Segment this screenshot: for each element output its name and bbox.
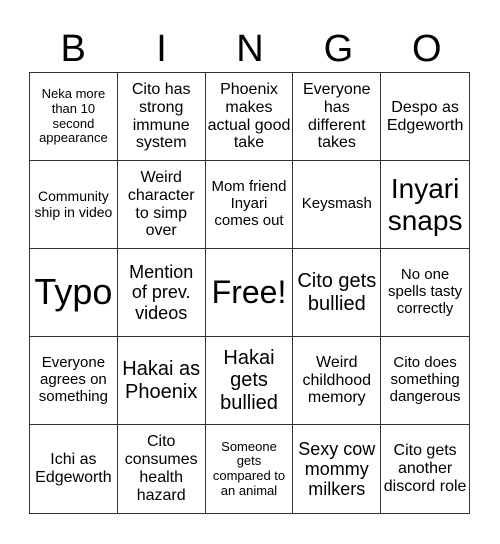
bingo-cell[interactable]: Phoenix makes actual good take bbox=[205, 73, 294, 161]
bingo-cell[interactable]: Everyone has different takes bbox=[293, 73, 382, 161]
bingo-cell[interactable]: Inyari snaps bbox=[381, 161, 469, 249]
bingo-cell[interactable]: Mention of prev. videos bbox=[117, 249, 206, 337]
bingo-cell[interactable]: Cito gets bullied bbox=[293, 249, 382, 337]
bingo-cell[interactable]: Cito has strong immune system bbox=[117, 73, 206, 161]
header-letter-n: N bbox=[236, 28, 264, 70]
bingo-cell[interactable]: Someone gets compared to an animal bbox=[206, 425, 294, 513]
free-space-cell[interactable]: Free! bbox=[205, 249, 294, 337]
header-letter-i: I bbox=[156, 28, 167, 70]
header-letter-g: G bbox=[323, 28, 354, 70]
bingo-cell[interactable]: Cito does something dangerous bbox=[381, 337, 469, 425]
bingo-cell[interactable]: Ichi as Edgeworth bbox=[30, 425, 118, 513]
bingo-cell[interactable]: Typo bbox=[30, 249, 118, 337]
bingo-cell[interactable]: Everyone agrees on something bbox=[30, 337, 118, 425]
bingo-cell[interactable]: No one spells tasty correctly bbox=[381, 249, 469, 337]
bingo-cell[interactable]: Keysmash bbox=[293, 161, 382, 249]
bingo-header: B I N G O bbox=[29, 26, 471, 72]
bingo-cell[interactable]: Mom friend Inyari comes out bbox=[205, 161, 294, 249]
bingo-cell[interactable]: Despo as Edgeworth bbox=[381, 73, 469, 161]
bingo-grid: Neka more than 10 second appearance Cito… bbox=[29, 72, 470, 514]
header-letter-b: B bbox=[60, 28, 86, 70]
bingo-cell[interactable]: Cito gets another discord role bbox=[381, 425, 469, 513]
bingo-cell[interactable]: Hakai gets bullied bbox=[205, 337, 294, 425]
bingo-cell[interactable]: Neka more than 10 second appearance bbox=[30, 73, 118, 161]
header-letter-o: O bbox=[411, 28, 442, 70]
bingo-cell[interactable]: Community ship in video bbox=[30, 161, 118, 249]
bingo-cell[interactable]: Hakai as Phoenix bbox=[117, 337, 206, 425]
bingo-cell[interactable]: Weird character to simp over bbox=[117, 161, 206, 249]
bingo-cell[interactable]: Cito consumes health hazard bbox=[118, 425, 206, 513]
bingo-cell[interactable]: Sexy cow mommy milkers bbox=[293, 425, 382, 513]
bingo-cell[interactable]: Weird childhood memory bbox=[293, 337, 382, 425]
